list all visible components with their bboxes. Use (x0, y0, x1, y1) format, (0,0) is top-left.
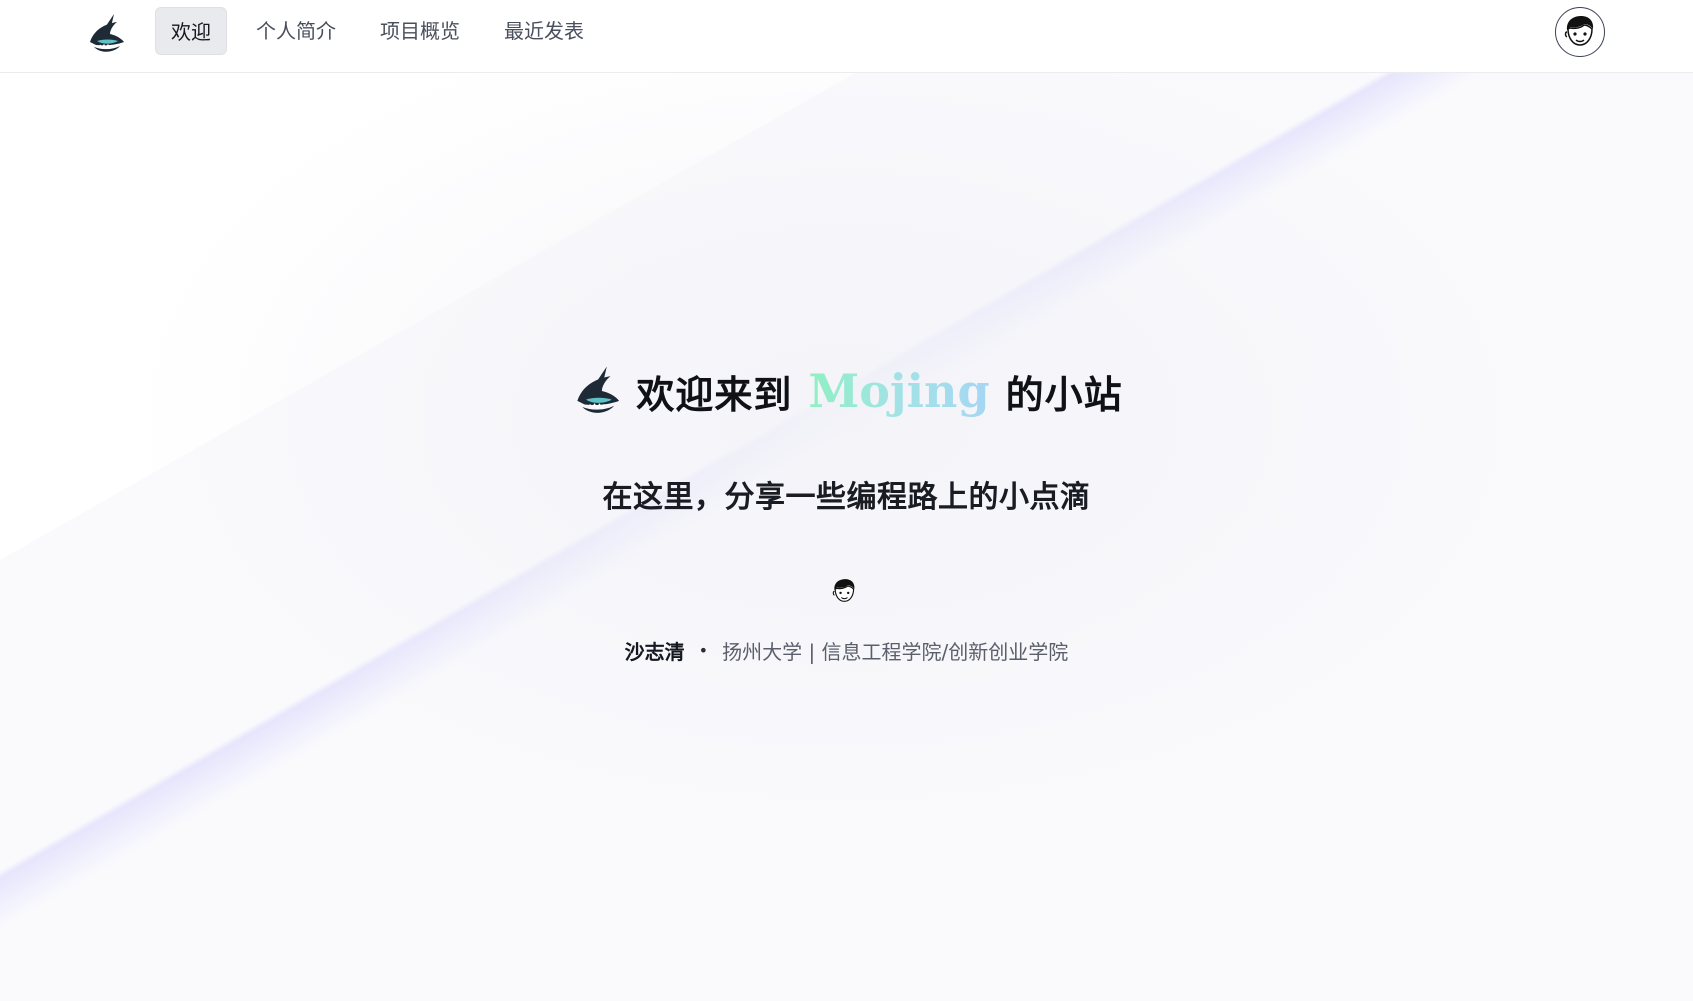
cartoon-face-icon (826, 573, 862, 609)
nav-item-welcome[interactable]: 欢迎 (155, 7, 227, 55)
shark-logo-icon[interactable] (84, 12, 128, 56)
title-suffix: 的小站 (1005, 372, 1123, 417)
nav-item-profile[interactable]: 个人简介 (241, 7, 351, 55)
title-brand-name: Mojing (808, 364, 990, 418)
title-prefix: 欢迎来到 (636, 372, 793, 417)
author-line: 沙志清 • 扬州大学 | 信息工程学院/创新创业学院 (0, 636, 1693, 665)
hero-subtitle: 在这里，分享一些编程路上的小点滴 (602, 480, 1091, 515)
author-name: 沙志清 (624, 640, 685, 664)
page: 欢迎 个人简介 项目概览 最近发表 欢迎来到 Mojing 的小站 在这里，分享… (0, 0, 1693, 1001)
nav-item-publications[interactable]: 最近发表 (489, 7, 599, 55)
separator-dot: • (698, 641, 709, 660)
shark-logo-icon (570, 364, 624, 418)
author-affiliation: 扬州大学 | 信息工程学院/创新创业学院 (722, 640, 1069, 664)
hero-title: 欢迎来到 Mojing 的小站 (0, 360, 1693, 422)
top-navbar: 欢迎 个人简介 项目概览 最近发表 (0, 0, 1693, 73)
main-nav: 欢迎 个人简介 项目概览 最近发表 (155, 7, 599, 55)
nav-item-projects[interactable]: 项目概览 (365, 7, 475, 55)
user-avatar-icon[interactable] (1555, 7, 1605, 57)
